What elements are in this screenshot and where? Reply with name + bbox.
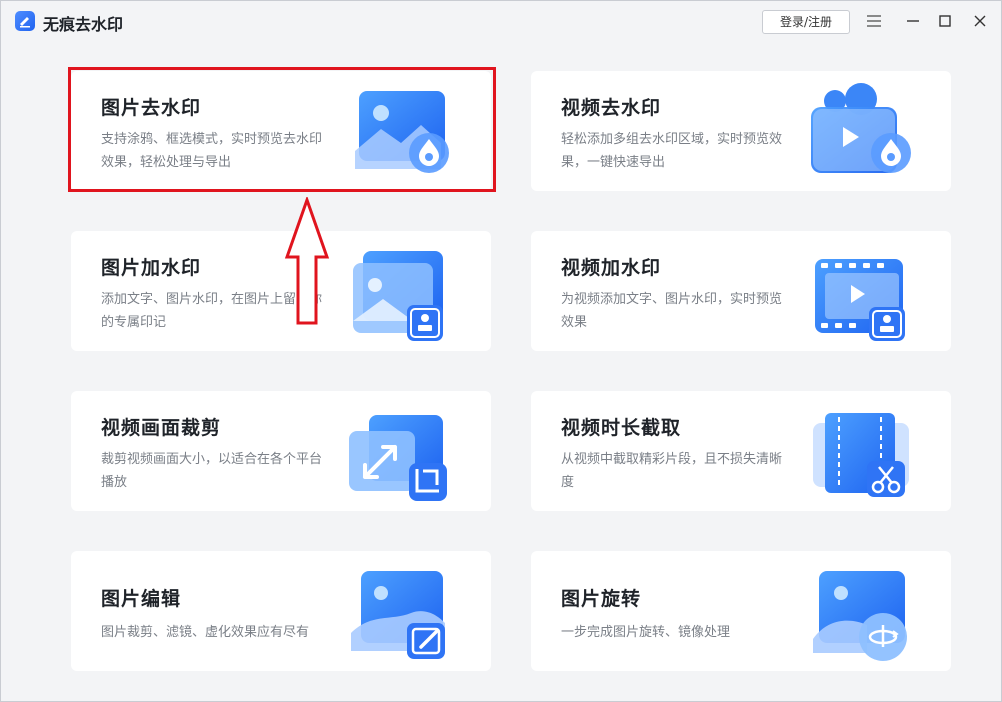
film-stamp-icon (801, 241, 913, 341)
app-logo-icon (15, 11, 35, 31)
maximize-icon[interactable] (935, 11, 955, 31)
card-description: 为视频添加文字、图片水印，实时预览效果 (561, 292, 783, 330)
film-cut-icon (801, 401, 913, 501)
card-video-crop[interactable]: 视频画面裁剪 裁剪视频画面大小，以适合在各个平台播放 (71, 391, 491, 511)
image-rotate-icon (801, 561, 913, 661)
card-description: 裁剪视频画面大小，以适合在各个平台播放 (101, 452, 323, 490)
card-image-add-watermark[interactable]: 图片加水印 添加文字、图片水印，在图片上留下你的专属印记 (71, 231, 491, 351)
card-title: 图片加水印 (101, 257, 202, 279)
card-title: 视频画面裁剪 (101, 417, 222, 439)
up-arrow-icon (284, 195, 330, 331)
card-image-edit[interactable]: 图片编辑 图片裁剪、滤镜、虚化效果应有尽有 (71, 551, 491, 671)
card-title: 视频去水印 (561, 97, 662, 119)
image-edit-icon (341, 561, 453, 661)
minimize-icon[interactable] (903, 11, 923, 31)
card-title: 图片旋转 (561, 588, 642, 610)
card-title: 视频时长截取 (561, 417, 682, 439)
app-window: 无痕去水印 登录/注册 图片去水印 支持涂鸦、框选模式，实时预览去水印效果，轻松… (0, 0, 1002, 702)
crop-resize-icon (341, 401, 453, 501)
card-title: 视频加水印 (561, 257, 662, 279)
title-bar: 无痕去水印 登录/注册 (1, 1, 1001, 43)
card-title: 图片编辑 (101, 588, 182, 610)
card-description: 从视频中截取精彩片段，且不损失清晰度 (561, 452, 783, 490)
card-description: 一步完成图片旋转、镜像处理 (561, 625, 731, 640)
close-icon[interactable] (970, 11, 990, 31)
card-image-rotate[interactable]: 图片旋转 一步完成图片旋转、镜像处理 (531, 551, 951, 671)
highlight-box (68, 67, 496, 192)
card-description: 轻松添加多组去水印区域，实时预览效果，一键快速导出 (561, 132, 783, 170)
card-video-trim[interactable]: 视频时长截取 从视频中截取精彩片段，且不损失清晰度 (531, 391, 951, 511)
card-description: 图片裁剪、滤镜、虚化效果应有尽有 (101, 625, 310, 640)
video-drop-icon (801, 81, 913, 181)
card-video-add-watermark[interactable]: 视频加水印 为视频添加文字、图片水印，实时预览效果 (531, 231, 951, 351)
login-register-button[interactable]: 登录/注册 (762, 10, 850, 34)
menu-icon[interactable] (864, 11, 884, 31)
image-stamp-icon (341, 241, 453, 341)
app-title: 无痕去水印 (43, 15, 124, 34)
card-video-remove-watermark[interactable]: 视频去水印 轻松添加多组去水印区域，实时预览效果，一键快速导出 (531, 71, 951, 191)
